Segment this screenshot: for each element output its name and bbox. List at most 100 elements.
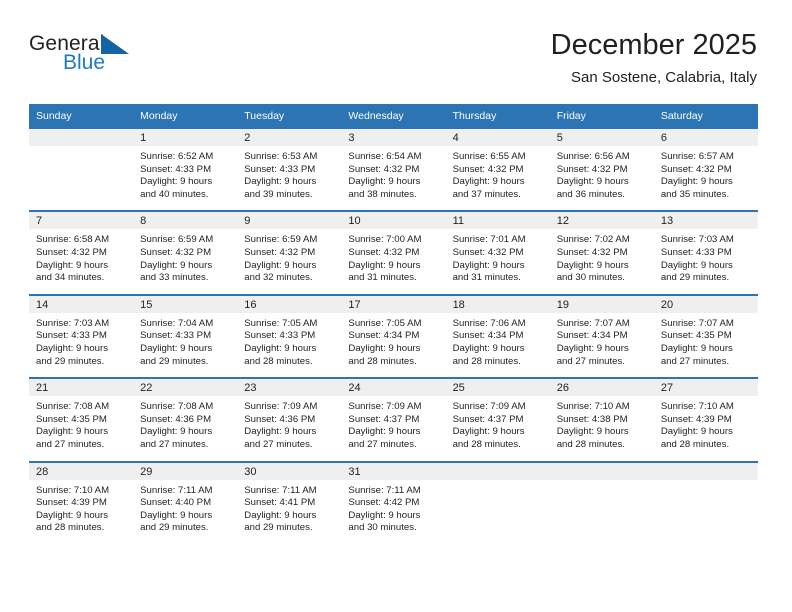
- daylight-text-line2: and 27 minutes.: [36, 438, 105, 450]
- calendar-day-cell[interactable]: 3 Sunrise: 6:54 AM Sunset: 4:32 PM Daylight…: [341, 129, 446, 211]
- calendar-day-cell[interactable]: 2 Sunrise: 6:53 AM Sunset: 4:33 PM Daylight…: [237, 129, 342, 211]
- sunrise-text: Sunrise: 7:04 AM: [140, 317, 214, 329]
- daylight-text-line2: and 30 minutes.: [556, 272, 625, 284]
- daylight-text-line1: Daylight: 9 hours: [348, 426, 421, 438]
- calendar-day-cell[interactable]: 8 Sunrise: 6:59 AM Sunset: 4:32 PM Daylight…: [133, 210, 238, 295]
- daylight-text-line1: Daylight: 9 hours: [556, 176, 629, 188]
- daylight-text-line1: Daylight: 9 hours: [140, 259, 213, 271]
- calendar-day-cell[interactable]: 31 Sunrise: 7:11 AM Sunset: 4:42 PM Dayligh…: [341, 460, 446, 544]
- sunset-text: Sunset: 4:32 PM: [660, 163, 732, 175]
- calendar-day-cell-empty: [445, 460, 550, 544]
- calendar-day-cell[interactable]: 18 Sunrise: 7:06 AM Sunset: 4:34 PM Dayligh…: [445, 293, 550, 379]
- calendar-day-cell[interactable]: 29 Sunrise: 7:11 AM Sunset: 4:40 PM Dayligh…: [133, 460, 238, 544]
- sunrise-text: Sunrise: 7:05 AM: [348, 317, 422, 329]
- daylight-text-line1: Daylight: 9 hours: [348, 176, 421, 188]
- day-details: Sunrise: 6:53 AM Sunset: 4:33 PM Daylight:…: [237, 146, 341, 210]
- calendar-day-cell[interactable]: 26 Sunrise: 7:10 AM Sunset: 4:38 PM Dayligh…: [549, 377, 654, 462]
- calendar-day-cell[interactable]: 6 Sunrise: 6:57 AM Sunset: 4:32 PM Daylight…: [653, 129, 758, 211]
- daylight-text-line1: Daylight: 9 hours: [140, 509, 213, 521]
- sunrise-text: Sunrise: 7:10 AM: [36, 484, 110, 496]
- calendar-week-row: 7 Sunrise: 6:58 AM Sunset: 4:32 PM Daylight…: [29, 210, 758, 295]
- day-number: 29: [133, 462, 238, 480]
- daylight-text-line1: Daylight: 9 hours: [140, 176, 213, 188]
- daylight-text-line2: and 31 minutes.: [348, 272, 417, 284]
- day-number: [29, 129, 134, 146]
- daylight-text-line2: and 30 minutes.: [348, 522, 417, 534]
- day-details: Sunrise: 7:10 AM Sunset: 4:38 PM Daylight:…: [550, 396, 654, 460]
- daylight-text-line2: and 36 minutes.: [556, 188, 625, 200]
- calendar-day-cell[interactable]: 5 Sunrise: 6:56 AM Sunset: 4:32 PM Daylight…: [549, 129, 654, 211]
- day-details: Sunrise: 7:06 AM Sunset: 4:34 PM Daylight:…: [446, 313, 550, 377]
- daylight-text-line1: Daylight: 9 hours: [452, 426, 525, 438]
- calendar-day-cell[interactable]: 11 Sunrise: 7:01 AM Sunset: 4:32 PM Dayligh…: [445, 210, 550, 295]
- calendar-day-cell[interactable]: 25 Sunrise: 7:09 AM Sunset: 4:37 PM Dayligh…: [445, 377, 550, 462]
- calendar-day-cell[interactable]: 30 Sunrise: 7:11 AM Sunset: 4:41 PM Dayligh…: [237, 460, 342, 544]
- calendar-day-cell[interactable]: 20 Sunrise: 7:07 AM Sunset: 4:35 PM Dayligh…: [653, 293, 758, 379]
- sunset-text: Sunset: 4:41 PM: [244, 497, 316, 509]
- sunrise-text: Sunrise: 7:08 AM: [140, 401, 214, 413]
- day-number: 25: [445, 379, 550, 397]
- day-number: [549, 462, 654, 480]
- sunrise-text: Sunrise: 7:03 AM: [660, 234, 734, 246]
- daylight-text-line2: and 34 minutes.: [36, 272, 105, 284]
- day-details: Sunrise: 7:11 AM Sunset: 4:42 PM Daylight:…: [341, 480, 445, 544]
- calendar-day-cell[interactable]: 15 Sunrise: 7:04 AM Sunset: 4:33 PM Dayligh…: [133, 293, 238, 379]
- day-number: 1: [133, 129, 238, 146]
- calendar-day-cell[interactable]: 24 Sunrise: 7:09 AM Sunset: 4:37 PM Dayligh…: [341, 377, 446, 462]
- day-details: Sunrise: 7:10 AM Sunset: 4:39 PM Daylight:…: [29, 480, 133, 544]
- daylight-text-line1: Daylight: 9 hours: [244, 259, 317, 271]
- column-header-thursday: Thursday: [445, 104, 550, 129]
- sunset-text: Sunset: 4:37 PM: [348, 413, 420, 425]
- sunset-text: Sunset: 4:38 PM: [556, 413, 628, 425]
- sunrise-text: Sunrise: 6:56 AM: [556, 151, 630, 162]
- sunset-text: Sunset: 4:32 PM: [36, 246, 107, 258]
- day-details: Sunrise: 7:03 AM Sunset: 4:33 PM Daylight:…: [29, 313, 133, 377]
- calendar-day-cell[interactable]: 19 Sunrise: 7:07 AM Sunset: 4:34 PM Dayligh…: [549, 293, 654, 379]
- daylight-text-line2: and 27 minutes.: [140, 438, 209, 450]
- calendar-day-cell[interactable]: 9 Sunrise: 6:59 AM Sunset: 4:32 PM Daylight…: [237, 210, 342, 295]
- daylight-text-line2: and 28 minutes.: [452, 438, 521, 450]
- daylight-text-line2: and 28 minutes.: [452, 355, 521, 367]
- calendar-day-cell[interactable]: 12 Sunrise: 7:02 AM Sunset: 4:32 PM Dayligh…: [549, 210, 654, 295]
- generalblue-logo[interactable]: General Blue: [29, 32, 209, 92]
- calendar-day-cell[interactable]: 7 Sunrise: 6:58 AM Sunset: 4:32 PM Daylight…: [29, 210, 134, 295]
- daylight-text-line1: Daylight: 9 hours: [660, 176, 733, 188]
- calendar-day-cell[interactable]: 13 Sunrise: 7:03 AM Sunset: 4:33 PM Dayligh…: [653, 210, 758, 295]
- calendar-day-cell[interactable]: 14 Sunrise: 7:03 AM Sunset: 4:33 PM Dayligh…: [29, 293, 134, 379]
- daylight-text-line1: Daylight: 9 hours: [244, 342, 317, 354]
- column-header-sunday: Sunday: [29, 104, 134, 129]
- daylight-text-line2: and 27 minutes.: [556, 355, 625, 367]
- daylight-text-line1: Daylight: 9 hours: [36, 509, 108, 521]
- sunrise-text: Sunrise: 7:01 AM: [452, 234, 526, 246]
- daylight-text-line2: and 28 minutes.: [244, 355, 313, 367]
- daylight-text-line2: and 39 minutes.: [244, 188, 313, 200]
- page-title: December 2025: [550, 29, 757, 61]
- sunrise-text: Sunrise: 7:06 AM: [452, 317, 526, 329]
- daylight-text-line2: and 27 minutes.: [244, 438, 313, 450]
- calendar-day-cell[interactable]: 22 Sunrise: 7:08 AM Sunset: 4:36 PM Dayligh…: [133, 377, 238, 462]
- daylight-text-line2: and 35 minutes.: [660, 188, 730, 200]
- sunset-text: Sunset: 4:35 PM: [660, 330, 732, 342]
- calendar-day-cell[interactable]: 21 Sunrise: 7:08 AM Sunset: 4:35 PM Dayligh…: [29, 377, 134, 462]
- day-number: 10: [341, 212, 446, 230]
- day-number: 21: [29, 379, 134, 397]
- calendar-day-cell[interactable]: 4 Sunrise: 6:55 AM Sunset: 4:32 PM Daylight…: [445, 129, 550, 211]
- daylight-text-line1: Daylight: 9 hours: [348, 509, 421, 521]
- calendar-week-row: 14 Sunrise: 7:03 AM Sunset: 4:33 PM Dayligh…: [29, 293, 758, 379]
- sunrise-text: Sunrise: 7:05 AM: [244, 317, 318, 329]
- calendar-day-cell[interactable]: 16 Sunrise: 7:05 AM Sunset: 4:33 PM Dayligh…: [237, 293, 342, 379]
- day-details: Sunrise: 6:57 AM Sunset: 4:32 PM Daylight:…: [654, 146, 758, 210]
- calendar-day-cell[interactable]: 10 Sunrise: 7:00 AM Sunset: 4:32 PM Dayligh…: [341, 210, 446, 295]
- daylight-text-line2: and 29 minutes.: [140, 355, 209, 367]
- calendar-day-cell[interactable]: 27 Sunrise: 7:10 AM Sunset: 4:39 PM Dayligh…: [653, 377, 758, 462]
- daylight-text-line1: Daylight: 9 hours: [660, 342, 733, 354]
- calendar-day-cell[interactable]: 17 Sunrise: 7:05 AM Sunset: 4:34 PM Dayligh…: [341, 293, 446, 379]
- day-details: Sunrise: 6:56 AM Sunset: 4:32 PM Daylight:…: [550, 146, 654, 210]
- calendar-day-cell[interactable]: 23 Sunrise: 7:09 AM Sunset: 4:36 PM Dayligh…: [237, 377, 342, 462]
- calendar-week-row: 1 Sunrise: 6:52 AM Sunset: 4:33 PM Daylight…: [29, 129, 758, 211]
- sunrise-text: Sunrise: 6:54 AM: [348, 151, 422, 162]
- day-number: 27: [653, 379, 758, 397]
- daylight-text-line2: and 29 minutes.: [36, 355, 105, 367]
- calendar-day-cell[interactable]: 1 Sunrise: 6:52 AM Sunset: 4:33 PM Daylight…: [133, 129, 238, 211]
- calendar-day-cell[interactable]: 28 Sunrise: 7:10 AM Sunset: 4:39 PM Dayligh…: [29, 460, 134, 544]
